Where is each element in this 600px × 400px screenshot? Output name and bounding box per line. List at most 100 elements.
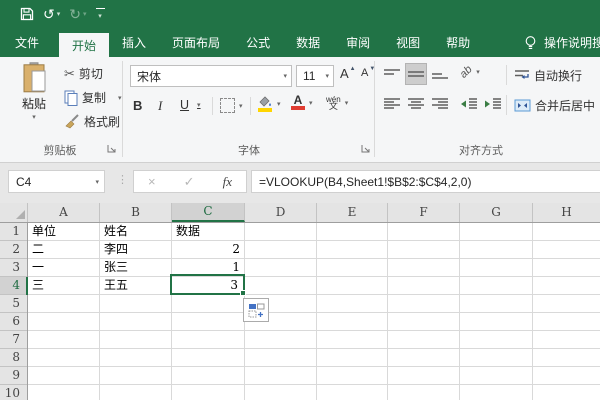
borders-button[interactable]: ▾ — [220, 98, 243, 113]
font-color-button[interactable]: A ▾ — [291, 95, 313, 110]
row-header-8[interactable]: 8 — [0, 349, 27, 367]
row-header-4[interactable]: 4 — [0, 277, 27, 295]
cell-b2[interactable]: 李四 — [100, 241, 172, 259]
column-header-f[interactable]: F — [388, 203, 460, 222]
underline-button[interactable]: U ▾ — [180, 98, 201, 112]
row-header-7[interactable]: 7 — [0, 331, 27, 349]
tab-home[interactable]: 开始 — [59, 33, 109, 57]
enter-button[interactable]: ✓ — [184, 174, 195, 190]
merge-center-button[interactable]: 合并后居中 — [514, 97, 595, 114]
font-size-value: 11 — [297, 69, 321, 83]
align-top-button[interactable] — [381, 63, 403, 85]
lightbulb-icon — [524, 35, 537, 51]
fill-color-icon — [257, 95, 273, 112]
row-header-5[interactable]: 5 — [0, 295, 27, 313]
clipboard-dialog-launcher[interactable] — [107, 144, 117, 154]
ribbon: 粘贴 ▾ ✂ 剪切 复制 ▾ 格式刷 剪贴板 — [0, 57, 600, 163]
cut-button[interactable]: ✂ 剪切 — [64, 65, 103, 82]
orientation-button[interactable]: ab ▾ — [460, 66, 480, 78]
undo-button[interactable]: ↺ ▾ — [43, 7, 60, 21]
tab-help[interactable]: 帮助 — [433, 28, 483, 57]
decrease-indent-button[interactable] — [458, 93, 480, 115]
quick-access-toolbar: ↺ ▾ ↻ ▾ ▾ — [20, 4, 105, 24]
column-header-a[interactable]: A — [28, 203, 100, 222]
tab-review[interactable]: 审阅 — [333, 28, 383, 57]
align-center-button[interactable] — [405, 93, 427, 115]
tab-view[interactable]: 视图 — [383, 28, 433, 57]
shrink-font-icon: A — [361, 67, 368, 79]
redo-button[interactable]: ↻ ▾ — [69, 7, 86, 21]
cell-a1[interactable]: 单位 — [28, 223, 100, 241]
cell-b4[interactable]: 王五 — [100, 277, 172, 295]
undo-icon: ↺ — [43, 7, 55, 21]
cancel-button[interactable]: × — [148, 174, 156, 189]
phonetic-guide-icon: wén 文 — [326, 96, 341, 110]
column-header-g[interactable]: G — [460, 203, 533, 222]
name-box[interactable]: C4 ▾ — [8, 170, 105, 193]
cell-b3[interactable]: 张三 — [100, 259, 172, 277]
cell-a2[interactable]: 二 — [28, 241, 100, 259]
column-header-d[interactable]: D — [245, 203, 317, 222]
merge-center-icon — [514, 99, 531, 112]
row-header-9[interactable]: 9 — [0, 367, 27, 385]
row-header-10[interactable]: 10 — [0, 385, 27, 400]
row-header-2[interactable]: 2 — [0, 241, 27, 259]
cell-a4[interactable]: 三 — [28, 277, 100, 295]
bold-button[interactable]: B — [133, 98, 142, 113]
cell-c2[interactable]: 2 — [172, 241, 245, 259]
italic-label: I — [158, 98, 162, 114]
customize-quick-access-button[interactable]: ▾ — [96, 8, 105, 20]
tab-page-layout[interactable]: 页面布局 — [159, 28, 233, 57]
format-painter-button[interactable]: 格式刷 — [64, 113, 120, 130]
italic-button[interactable]: I — [158, 98, 162, 114]
font-name-combobox[interactable]: 宋体 ▾ — [130, 65, 292, 87]
align-middle-button[interactable] — [405, 63, 427, 85]
autofill-options-button[interactable] — [243, 298, 269, 322]
align-left-button[interactable] — [381, 93, 403, 115]
tab-formulas[interactable]: 公式 — [233, 28, 283, 57]
select-all-button[interactable] — [0, 203, 28, 222]
increase-indent-button[interactable] — [482, 93, 504, 115]
chevron-down-icon: ▾ — [279, 72, 291, 80]
column-header-b[interactable]: B — [100, 203, 172, 222]
tab-insert[interactable]: 插入 — [109, 28, 159, 57]
caret-up-icon: ▲ — [350, 66, 356, 72]
copy-button[interactable]: 复制 ▾ — [64, 89, 122, 106]
fill-color-button[interactable]: ▾ — [257, 95, 281, 112]
align-bottom-button[interactable] — [429, 63, 451, 85]
cell-b1[interactable]: 姓名 — [100, 223, 172, 241]
phonetic-guide-button[interactable]: wén 文 ▾ — [326, 96, 348, 110]
chevron-down-icon: ▾ — [98, 12, 102, 20]
insert-function-button[interactable]: fx — [223, 174, 232, 190]
grow-font-button[interactable]: A ▲ — [340, 66, 356, 81]
paste-label: 粘贴 — [22, 95, 46, 112]
column-header-c[interactable]: C — [172, 203, 245, 222]
tell-me-search[interactable]: 操作说明搜索 — [524, 28, 600, 57]
borders-icon — [220, 98, 235, 113]
formula-input[interactable]: =VLOOKUP(B4,Sheet1!$B$2:$C$4,2,0) — [251, 170, 600, 193]
row-header-1[interactable]: 1 — [0, 223, 27, 241]
paste-button[interactable]: 粘贴 ▾ — [8, 62, 60, 138]
column-header-h[interactable]: H — [533, 203, 600, 222]
decrease-indent-icon — [460, 97, 478, 111]
font-dialog-launcher[interactable] — [361, 144, 371, 154]
chevron-down-icon: ▾ — [309, 99, 313, 107]
cut-label: 剪切 — [79, 65, 103, 82]
row-header-3[interactable]: 3 — [0, 259, 27, 277]
tab-file[interactable]: 文件 — [0, 28, 54, 57]
save-button[interactable] — [20, 7, 34, 21]
formula-buttons: × ✓ fx — [133, 170, 247, 193]
fill-handle[interactable] — [240, 290, 246, 296]
cell-a3[interactable]: 一 — [28, 259, 100, 277]
cell-c1[interactable]: 数据 — [172, 223, 245, 241]
font-group-label: 字体 — [123, 142, 375, 158]
align-right-button[interactable] — [429, 93, 451, 115]
font-size-combobox[interactable]: 11 ▾ — [296, 65, 334, 87]
active-cell-selection[interactable] — [170, 274, 245, 295]
wrap-text-button[interactable]: 自动换行 — [514, 67, 582, 84]
tab-data[interactable]: 数据 — [283, 28, 333, 57]
column-header-e[interactable]: E — [317, 203, 388, 222]
formula-bar-resizer[interactable]: ⋮ — [117, 173, 128, 186]
row-header-6[interactable]: 6 — [0, 313, 27, 331]
wrap-text-icon — [514, 69, 530, 82]
